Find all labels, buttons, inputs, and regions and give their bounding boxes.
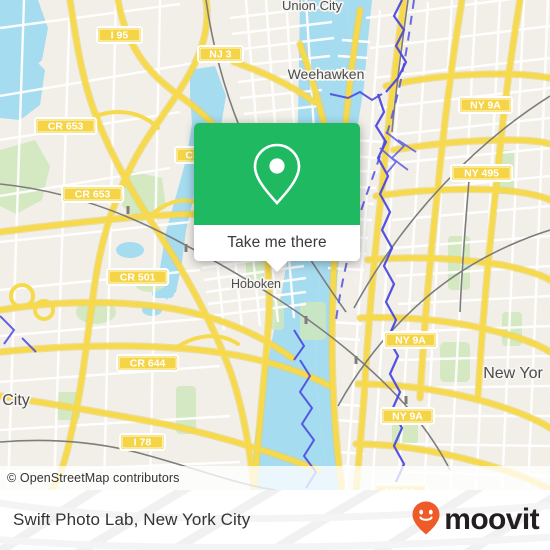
moovit-brand[interactable]: moovit — [411, 500, 550, 541]
map-marker-popup[interactable]: Take me there — [194, 123, 360, 272]
route-shield-label: CR 644 — [130, 358, 166, 370]
route-shield: CR 501 — [106, 268, 170, 286]
route-shield-label: I 95 — [111, 30, 129, 42]
route-shield-label: CR 653 — [48, 121, 84, 133]
map-place-label: New Yor — [483, 365, 543, 382]
route-shield: NY 9A — [383, 331, 438, 349]
route-shield-label: I 78 — [134, 437, 152, 449]
route-shield: NY 9A — [458, 96, 513, 114]
route-shield: I 78 — [119, 433, 166, 451]
map-place-label: Weehawken — [288, 66, 365, 82]
map-pin-icon — [250, 141, 304, 207]
route-shield-label: NY 9A — [392, 411, 423, 423]
popup-pointer-tail — [265, 260, 289, 272]
popup-card: Take me there — [194, 123, 360, 261]
route-shield-label: NY 9A — [395, 335, 426, 347]
route-shield: NJ 3 — [197, 45, 244, 63]
moovit-smiley-pin-icon — [411, 500, 441, 541]
route-shield-label: CR 653 — [75, 189, 111, 201]
moovit-wordmark: moovit — [444, 503, 539, 536]
route-shield: CR 653 — [34, 117, 98, 135]
footer-bar: Swift Photo Lab, New York City moovit — [0, 490, 550, 550]
route-shield: NY 9A — [380, 407, 435, 425]
route-shield-label: NJ 3 — [209, 49, 231, 61]
route-shield: CR 653 — [61, 185, 125, 203]
osm-attribution-text[interactable]: © OpenStreetMap contributors — [0, 471, 180, 485]
popup-header — [194, 123, 360, 225]
route-shield-label: NY 495 — [464, 168, 499, 180]
take-me-there-label: Take me there — [227, 234, 327, 251]
map-attribution-bar: © OpenStreetMap contributors — [0, 466, 550, 490]
route-shield: NY 495 — [450, 164, 514, 182]
route-shield-label: CR 501 — [120, 272, 156, 284]
map-place-label: Union City — [282, 0, 342, 13]
map-place-label: City — [2, 392, 30, 409]
route-shield: I 95 — [96, 26, 143, 44]
route-shield-label: NY 9A — [470, 100, 501, 112]
map-place-label: Hoboken — [231, 277, 281, 291]
take-me-there-button[interactable]: Take me there — [194, 225, 360, 261]
moovit-map-screenshot: Union City Union City Weehawken Weehawken Ho… — [0, 0, 550, 550]
route-shield: CR 644 — [116, 354, 180, 372]
place-title: Swift Photo Lab, New York City — [13, 510, 251, 529]
